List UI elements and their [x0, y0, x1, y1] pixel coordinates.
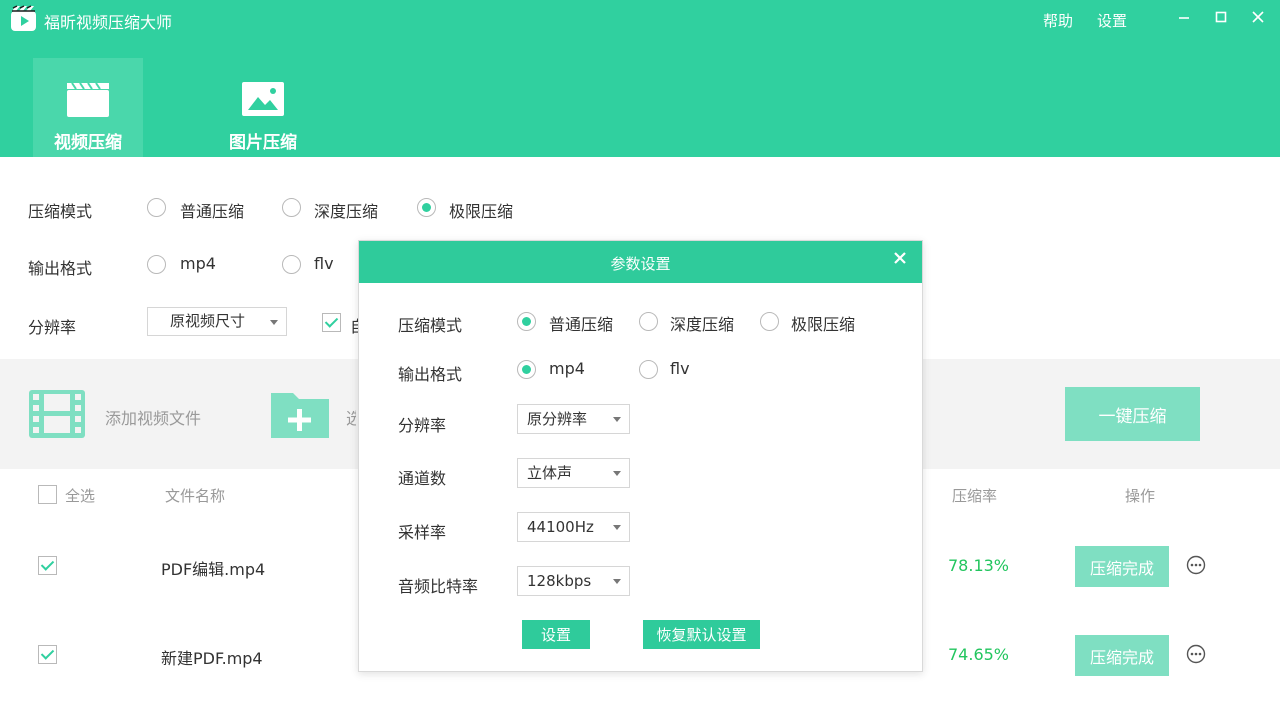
compress-done-button[interactable]: 压缩完成	[1075, 635, 1169, 676]
dialog-title: 参数设置	[610, 255, 671, 273]
add-video-icon[interactable]	[28, 389, 86, 439]
more-options-icon[interactable]	[1186, 555, 1206, 575]
add-video-label[interactable]: 添加视频文件	[105, 405, 201, 429]
dialog-sample-rate-select[interactable]: 44100Hz	[517, 512, 630, 542]
reset-default-button[interactable]: 恢复默认设置	[643, 620, 760, 649]
close-icon[interactable]	[892, 250, 908, 266]
resolution-select[interactable]: 原视频尺寸	[147, 307, 287, 336]
tab-image-compress[interactable]: 图片压缩	[208, 58, 318, 157]
row-checkbox[interactable]	[38, 645, 57, 664]
dialog-mode-option-deep[interactable]: 深度压缩	[670, 311, 734, 335]
dialog-mode-radio-deep[interactable]	[639, 312, 658, 331]
resolution-checkbox-label: 自	[350, 313, 358, 337]
column-header-name: 文件名称	[165, 487, 226, 505]
app-logo-icon	[11, 5, 36, 31]
format-label: 输出格式	[28, 259, 93, 278]
file-name: 新建PDF.mp4	[161, 649, 263, 668]
dialog-bitrate-value: 128kbps	[527, 572, 592, 590]
dialog-bitrate-label: 音频比特率	[398, 577, 479, 596]
row-checkbox[interactable]	[38, 556, 57, 575]
mode-option-normal[interactable]: 普通压缩	[180, 198, 244, 222]
dialog-header: 参数设置	[359, 241, 922, 283]
format-radio-mp4[interactable]	[147, 255, 166, 274]
parameter-settings-dialog: 参数设置 压缩模式 普通压缩 深度压缩 极限压缩 输出格式 mp4 flv 分辨…	[358, 240, 923, 672]
chevron-down-icon	[270, 319, 278, 325]
tab-image-compress-label: 图片压缩	[229, 133, 297, 153]
chevron-down-icon	[613, 471, 621, 476]
format-option-mp4[interactable]: mp4	[180, 254, 216, 273]
chevron-down-icon	[613, 579, 621, 584]
compress-done-button[interactable]: 压缩完成	[1075, 546, 1169, 587]
add-folder-label[interactable]: 选	[346, 405, 356, 429]
column-header-action: 操作	[1125, 487, 1156, 505]
mode-radio-extreme[interactable]	[417, 198, 436, 217]
dialog-mode-option-normal[interactable]: 普通压缩	[549, 311, 613, 335]
dialog-resolution-label: 分辨率	[398, 416, 447, 435]
compress-all-button[interactable]: 一键压缩	[1065, 387, 1200, 441]
mode-option-deep[interactable]: 深度压缩	[314, 198, 378, 222]
mode-radio-deep[interactable]	[282, 198, 301, 217]
column-header-ratio: 压缩率	[952, 487, 998, 505]
tab-video-compress-label: 视频压缩	[54, 133, 122, 153]
close-icon	[1252, 11, 1264, 23]
app-title: 福昕视频压缩大师	[44, 13, 173, 32]
format-radio-flv[interactable]	[282, 255, 301, 274]
dialog-format-radio-mp4[interactable]	[517, 360, 536, 379]
apply-settings-button[interactable]: 设置	[522, 620, 590, 649]
chevron-down-icon	[613, 417, 621, 422]
dialog-channels-value: 立体声	[527, 464, 573, 482]
dialog-resolution-select[interactable]: 原分辨率	[517, 404, 630, 434]
compression-ratio: 78.13%	[948, 556, 1010, 575]
resolution-checkbox[interactable]	[322, 313, 341, 332]
app-header: 福昕视频压缩大师 帮助 设置 视频压缩 图片压缩	[0, 0, 1280, 157]
dialog-format-option-flv[interactable]: flv	[670, 359, 690, 378]
dialog-resolution-value: 原分辨率	[527, 410, 588, 428]
image-icon	[242, 82, 284, 116]
select-all-checkbox[interactable]	[38, 485, 57, 504]
format-option-flv[interactable]: flv	[314, 254, 334, 273]
dialog-mode-radio-normal[interactable]	[517, 312, 536, 331]
minimize-button[interactable]	[1173, 6, 1195, 28]
more-options-icon[interactable]	[1186, 644, 1206, 664]
resolution-label: 分辨率	[28, 318, 77, 337]
close-window-button[interactable]	[1247, 6, 1269, 28]
dialog-channels-label: 通道数	[398, 469, 447, 488]
dialog-mode-label: 压缩模式	[398, 316, 463, 335]
maximize-icon	[1215, 11, 1227, 23]
help-link[interactable]: 帮助	[1043, 10, 1073, 31]
dialog-format-option-mp4[interactable]: mp4	[549, 359, 585, 378]
tab-video-compress[interactable]: 视频压缩	[33, 58, 143, 157]
dialog-sample-rate-value: 44100Hz	[527, 518, 594, 536]
compression-ratio: 74.65%	[948, 645, 1010, 664]
add-folder-icon[interactable]	[269, 389, 331, 439]
select-all-label: 全选	[65, 487, 96, 505]
dialog-channels-select[interactable]: 立体声	[517, 458, 630, 488]
dialog-mode-option-extreme[interactable]: 极限压缩	[791, 311, 855, 335]
mode-option-extreme[interactable]: 极限压缩	[449, 198, 513, 222]
dialog-bitrate-select[interactable]: 128kbps	[517, 566, 630, 596]
settings-link[interactable]: 设置	[1097, 10, 1127, 31]
dialog-format-radio-flv[interactable]	[639, 360, 658, 379]
clapperboard-icon	[67, 82, 109, 117]
mode-radio-normal[interactable]	[147, 198, 166, 217]
resolution-select-value: 原视频尺寸	[170, 312, 246, 330]
dialog-sample-rate-label: 采样率	[398, 523, 447, 542]
chevron-down-icon	[613, 525, 621, 530]
file-name: PDF编辑.mp4	[161, 560, 266, 579]
minimize-icon	[1179, 17, 1189, 19]
maximize-button[interactable]	[1210, 6, 1232, 28]
dialog-mode-radio-extreme[interactable]	[760, 312, 779, 331]
mode-label: 压缩模式	[28, 202, 93, 221]
dialog-format-label: 输出格式	[398, 365, 463, 384]
